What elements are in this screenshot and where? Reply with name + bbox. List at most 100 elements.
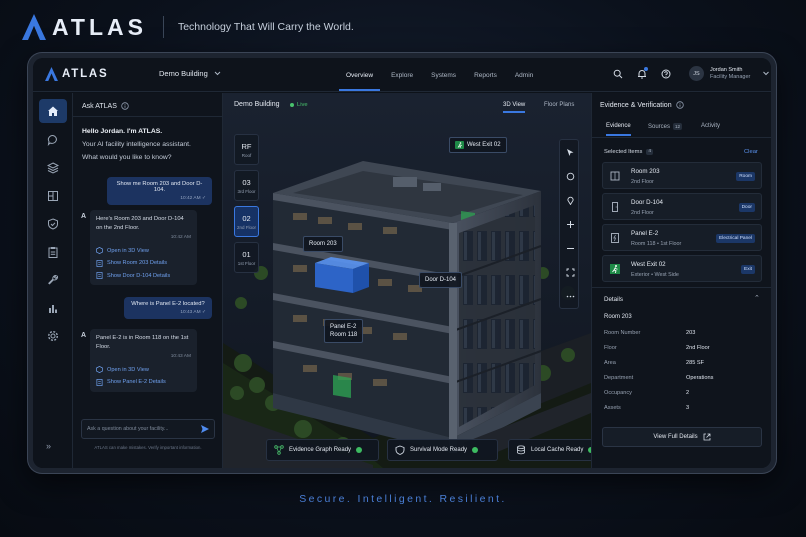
nav-explore[interactable]: Explore <box>382 58 422 92</box>
message-text: Panel E-2 is in Room 118 on the 1st Floo… <box>96 335 189 350</box>
selected-label: Selected Items <box>604 149 643 155</box>
link-label: Show Panel E-2 Details <box>107 379 166 385</box>
database-icon <box>517 445 525 455</box>
help-icon[interactable] <box>659 67 673 81</box>
brand-divider <box>162 16 164 38</box>
open-3d-link[interactable]: Open in 3D View <box>96 366 191 375</box>
open-3d-link[interactable]: Open in 3D View <box>96 247 191 256</box>
floor-button-02[interactable]: 02 2nd Floor <box>234 206 259 237</box>
floor-button-01[interactable]: 01 1st Floor <box>234 242 259 273</box>
settings-icon <box>47 330 59 342</box>
user-menu[interactable]: JS Jordan Smith Facility Manager <box>689 66 770 81</box>
greeting-line: Your AI facility intelligence assistant. <box>82 141 191 148</box>
nav-reports[interactable]: Reports <box>465 58 506 92</box>
view-full-details-button[interactable]: View Full Details <box>602 427 762 447</box>
door-icon <box>612 202 618 212</box>
rail-floorplan[interactable] <box>39 184 67 208</box>
tab-activity[interactable]: Activity <box>701 123 720 134</box>
rail-analytics[interactable] <box>39 296 67 320</box>
details-key: Floor <box>604 345 617 351</box>
rail-security[interactable] <box>39 212 67 236</box>
tab-sources[interactable]: Sources 12 <box>648 123 683 135</box>
callout-west-exit[interactable]: West Exit 02 <box>449 137 507 153</box>
details-key: Occupancy <box>604 390 632 396</box>
app-logo[interactable]: ATLAS <box>45 67 108 81</box>
tab-evidence[interactable]: Evidence <box>606 123 631 136</box>
clear-button[interactable]: Clear <box>744 149 758 155</box>
rail-home[interactable] <box>39 99 67 123</box>
rail-tasks[interactable] <box>39 240 67 264</box>
selected-items-header: Selected Items 4 <box>604 149 654 155</box>
callout-room-203[interactable]: Room 203 <box>303 236 343 252</box>
tab-label: Evidence <box>606 123 631 129</box>
floor-number: 01 <box>242 249 251 259</box>
floor-label: 1st Floor <box>237 260 256 266</box>
details-value: 203 <box>686 330 696 336</box>
nav-systems[interactable]: Systems <box>422 58 465 92</box>
info-icon[interactable] <box>121 102 129 110</box>
callout-label: Room 203 <box>309 241 337 247</box>
room-icon <box>610 171 620 181</box>
selected-item[interactable]: Panel E-2 Room 118 • 1st Floor Electrica… <box>602 224 762 251</box>
floor-label: 2nd Floor <box>236 224 256 230</box>
room-details-link[interactable]: Show Room 203 Details <box>96 259 191 268</box>
document-icon <box>96 259 103 267</box>
read-check-icon: ✓ <box>201 196 206 201</box>
tab-floor-plans[interactable]: Floor Plans <box>544 99 574 111</box>
bell-icon[interactable] <box>635 67 649 81</box>
building-3d-render[interactable] <box>223 93 591 468</box>
cube-icon <box>96 247 103 255</box>
pin-tool[interactable] <box>560 188 580 212</box>
check-icon <box>588 447 591 453</box>
send-icon[interactable] <box>200 424 210 434</box>
selected-item[interactable]: West Exit 02 Exterior • West Side Exit <box>602 255 762 282</box>
document-icon <box>96 272 103 280</box>
panel-details-link[interactable]: Show Panel E-2 Details <box>96 378 191 387</box>
tab-3d-view[interactable]: 3D View <box>503 99 526 113</box>
nav-overview[interactable]: Overview <box>337 58 382 92</box>
rail-maintenance[interactable] <box>39 268 67 292</box>
rail-chat[interactable] <box>39 128 67 152</box>
assistant-message: Here's Room 203 and Door D-104 on the 2n… <box>90 210 197 285</box>
view-title: Demo Building <box>234 101 280 108</box>
details-title: Room 203 <box>604 314 632 320</box>
details-value: 2 <box>686 390 690 396</box>
user-info: Jordan Smith Facility Manager <box>710 67 750 80</box>
search-icon[interactable] <box>611 67 625 81</box>
rail-layers[interactable] <box>39 156 67 180</box>
fullscreen-button[interactable] <box>560 260 580 284</box>
callout-door-d104[interactable]: Door D-104 <box>419 272 463 288</box>
brand-name: ATLAS <box>52 13 147 40</box>
live-indicator: Live <box>290 102 308 108</box>
ask-input[interactable]: Ask a question about your facility... <box>81 419 215 439</box>
selected-item[interactable]: Room 203 2nd Floor Room <box>602 162 762 189</box>
floor-button-03[interactable]: 03 3rd Floor <box>234 170 259 201</box>
rail-settings[interactable] <box>39 324 67 348</box>
floor-button-rf[interactable]: RF Roof <box>234 134 259 165</box>
door-details-link[interactable]: Show Door D-104 Details <box>96 272 191 281</box>
nav-admin[interactable]: Admin <box>506 58 542 92</box>
callout-panel-e2[interactable]: Panel E-2 Room 118 <box>324 319 364 343</box>
callout-label: Panel E-2 <box>330 324 357 330</box>
orbit-tool[interactable] <box>560 164 580 188</box>
collapse-rail-button[interactable]: » <box>46 441 51 451</box>
info-icon[interactable] <box>675 101 684 109</box>
user-message: Where is Panel E-2 located? 10:43 AM ✓ <box>124 297 212 319</box>
floor-label: 3rd Floor <box>237 188 256 194</box>
chevron-up-icon[interactable]: ⌃ <box>754 294 760 302</box>
details-key: Area <box>604 360 616 366</box>
select-tool[interactable] <box>560 140 580 164</box>
more-button[interactable] <box>560 284 580 308</box>
item-tag: Electrical Panel <box>715 234 755 243</box>
zoom-in-button[interactable] <box>560 212 580 236</box>
selected-item[interactable]: Door D-104 2nd Floor Door <box>602 193 762 220</box>
ask-input-placeholder: Ask a question about your facility... <box>87 426 169 432</box>
building-selector[interactable]: Demo Building <box>159 69 221 78</box>
zoom-out-button[interactable] <box>560 236 580 260</box>
evidence-tabs: Evidence Sources 12 Activity <box>592 117 771 138</box>
greeting-line: What would you like to know? <box>82 154 172 161</box>
message-time: 10:42 AM <box>180 196 201 201</box>
message-meta: 10:42 AM ✓ <box>113 196 206 201</box>
item-tag: Door <box>738 203 755 212</box>
document-icon <box>96 378 103 386</box>
